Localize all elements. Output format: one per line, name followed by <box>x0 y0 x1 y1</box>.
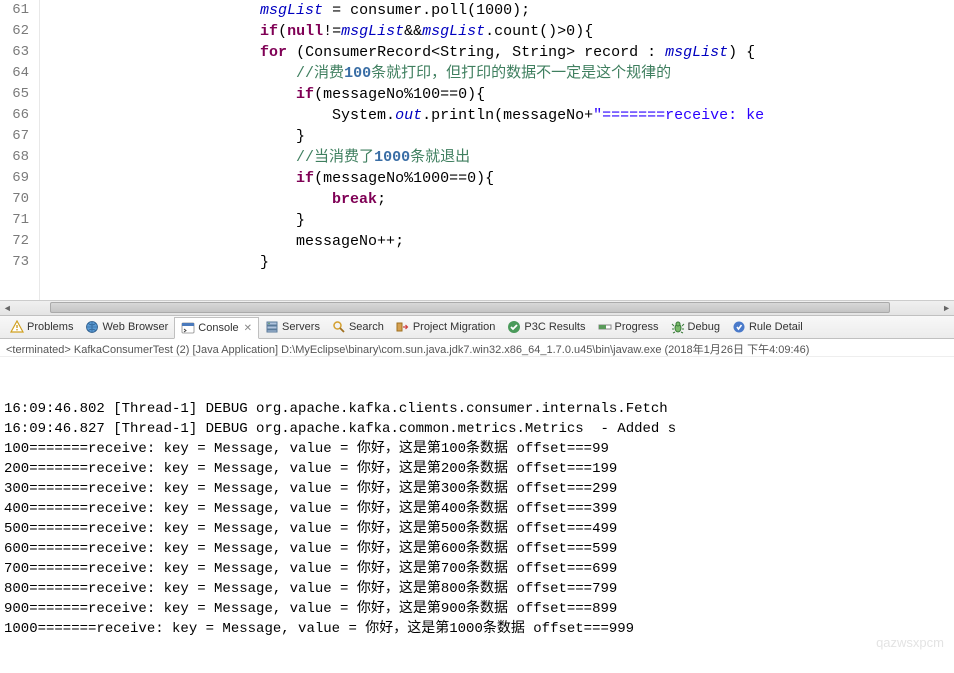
line-number: 72 <box>0 231 29 252</box>
tab-label: Progress <box>615 321 659 333</box>
line-number: 61 <box>0 0 29 21</box>
tab-label: Project Migration <box>413 321 496 333</box>
horizontal-scrollbar[interactable]: ◄ ► <box>0 300 954 315</box>
code-content[interactable]: msgList = consumer.poll(1000); if(null!=… <box>40 0 764 300</box>
tab-servers[interactable]: Servers <box>259 316 326 338</box>
tab-debug[interactable]: Debug <box>665 316 726 338</box>
globe-icon <box>85 320 99 334</box>
rule-icon <box>732 320 746 334</box>
console-status-line: <terminated> KafkaConsumerTest (2) [Java… <box>0 339 954 357</box>
code-line[interactable]: } <box>44 252 764 273</box>
editor-pane: 61626364656667686970717273 msgList = con… <box>0 0 954 315</box>
console-line: 900=======receive: key = Message, value … <box>4 599 950 619</box>
tab-webbrowser[interactable]: Web Browser <box>79 316 174 338</box>
tab-progress[interactable]: Progress <box>592 316 665 338</box>
progress-icon <box>598 320 612 334</box>
scroll-thumb[interactable] <box>50 302 890 313</box>
tab-console[interactable]: Console ✕ <box>174 317 259 339</box>
code-line[interactable]: } <box>44 210 764 231</box>
scroll-left-arrow[interactable]: ◄ <box>0 301 15 315</box>
tab-label: Debug <box>688 321 720 333</box>
code-line[interactable]: //消费100条就打印，但打印的数据不一定是这个规律的 <box>44 63 764 84</box>
tab-label: Rule Detail <box>749 321 803 333</box>
code-area[interactable]: 61626364656667686970717273 msgList = con… <box>0 0 954 300</box>
console-line: 16:09:46.802 [Thread-1] DEBUG org.apache… <box>4 399 950 419</box>
close-icon[interactable]: ✕ <box>242 323 252 334</box>
code-line[interactable]: } <box>44 126 764 147</box>
code-line[interactable]: for (ConsumerRecord<String, String> reco… <box>44 42 764 63</box>
line-number: 62 <box>0 21 29 42</box>
tab-label: Console <box>198 322 238 334</box>
line-number: 63 <box>0 42 29 63</box>
console-line: 600=======receive: key = Message, value … <box>4 539 950 559</box>
tab-search[interactable]: Search <box>326 316 390 338</box>
console-line: 700=======receive: key = Message, value … <box>4 559 950 579</box>
console-line: 100=======receive: key = Message, value … <box>4 439 950 459</box>
debug-icon <box>671 320 685 334</box>
code-line[interactable]: break; <box>44 189 764 210</box>
console-output[interactable]: 16:09:46.802 [Thread-1] DEBUG org.apache… <box>0 357 954 657</box>
problems-icon <box>10 320 24 334</box>
line-gutter: 61626364656667686970717273 <box>0 0 40 300</box>
line-number: 69 <box>0 168 29 189</box>
console-line: 800=======receive: key = Message, value … <box>4 579 950 599</box>
console-line: 300=======receive: key = Message, value … <box>4 479 950 499</box>
console-line: 16:09:46.827 [Thread-1] DEBUG org.apache… <box>4 419 950 439</box>
line-number: 64 <box>0 63 29 84</box>
migrate-icon <box>396 320 410 334</box>
code-line[interactable]: //当消费了1000条就退出 <box>44 147 764 168</box>
p3c-icon <box>507 320 521 334</box>
code-line[interactable]: if(messageNo%1000==0){ <box>44 168 764 189</box>
line-number: 71 <box>0 210 29 231</box>
code-line[interactable]: msgList = consumer.poll(1000); <box>44 0 764 21</box>
console-line: 500=======receive: key = Message, value … <box>4 519 950 539</box>
views-tab-bar: Problems Web Browser Console ✕ Servers Search… <box>0 315 954 339</box>
tab-label: Web Browser <box>102 321 168 333</box>
tab-projmig[interactable]: Project Migration <box>390 316 502 338</box>
code-line[interactable]: if(messageNo%100==0){ <box>44 84 764 105</box>
tab-label: Servers <box>282 321 320 333</box>
tab-ruledetail[interactable]: Rule Detail <box>726 316 809 338</box>
scroll-right-arrow[interactable]: ► <box>939 301 954 315</box>
search-icon <box>332 320 346 334</box>
console-line: 200=======receive: key = Message, value … <box>4 459 950 479</box>
line-number: 67 <box>0 126 29 147</box>
servers-icon <box>265 320 279 334</box>
line-number: 65 <box>0 84 29 105</box>
code-line[interactable]: if(null!=msgList&&msgList.count()>0){ <box>44 21 764 42</box>
tab-label: Search <box>349 321 384 333</box>
line-number: 73 <box>0 252 29 273</box>
tab-problems[interactable]: Problems <box>4 316 79 338</box>
tab-label: Problems <box>27 321 73 333</box>
code-line[interactable]: messageNo++; <box>44 231 764 252</box>
tab-p3c[interactable]: P3C Results <box>501 316 591 338</box>
line-number: 68 <box>0 147 29 168</box>
code-line[interactable]: System.out.println(messageNo+"=======rec… <box>44 105 764 126</box>
tab-label: P3C Results <box>524 321 585 333</box>
line-number: 66 <box>0 105 29 126</box>
console-icon <box>181 321 195 335</box>
line-number: 70 <box>0 189 29 210</box>
console-line: 400=======receive: key = Message, value … <box>4 499 950 519</box>
console-line: 1000=======receive: key = Message, value… <box>4 619 950 639</box>
